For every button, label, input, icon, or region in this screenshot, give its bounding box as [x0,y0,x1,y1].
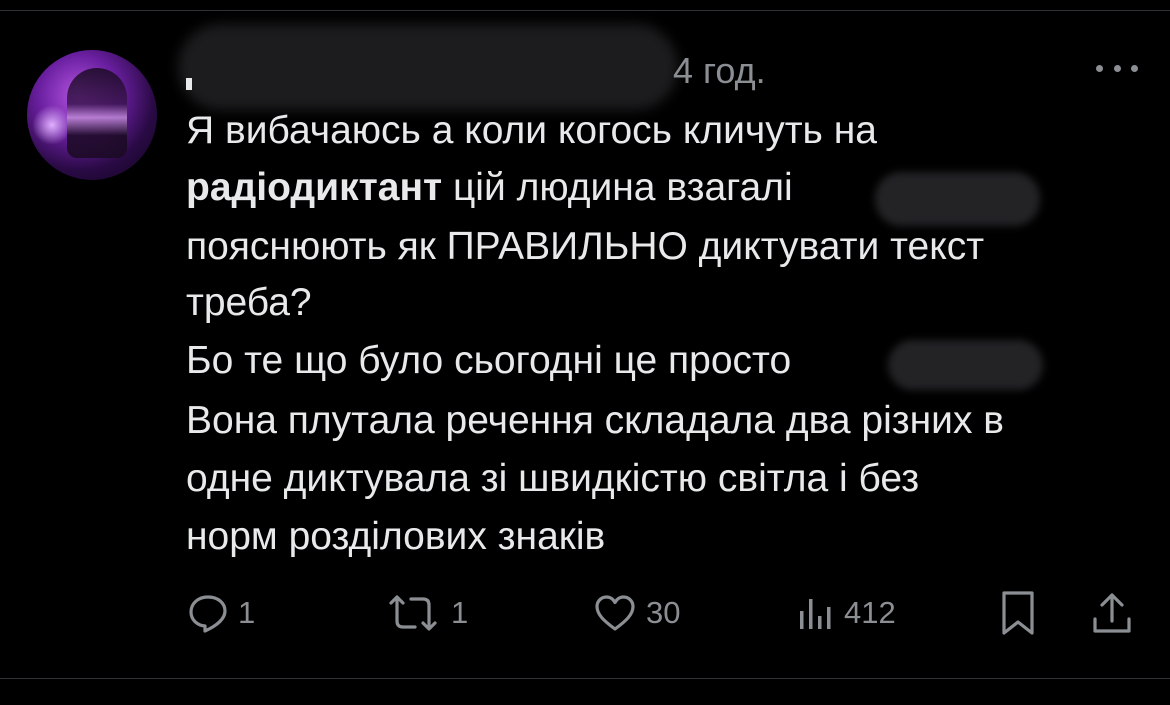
post-text-segment: цій людина взагалі [442,166,793,209]
redacted-text [875,172,1040,226]
username-fragment [186,78,192,90]
reply-button[interactable]: 1 [186,588,255,638]
redacted-text [888,340,1043,390]
bookmark-button[interactable] [998,588,1038,638]
share-button[interactable] [1090,588,1134,638]
top-divider [0,10,1170,11]
post-text-line: пояснюють як ПРАВИЛЬНО диктувати текст [186,225,985,268]
like-button[interactable]: 30 [592,588,680,638]
post-text-line: одне диктувала зі швидкістю світла і без [186,457,920,500]
more-horizontal-icon[interactable] [1096,60,1138,76]
like-count: 30 [646,595,681,630]
heart-icon [592,591,638,635]
reply-icon [186,591,230,635]
retweet-icon [383,591,443,635]
reply-count: 1 [238,595,256,630]
post-text-line: Я вибачаюсь а коли когось кличуть на [186,109,877,152]
bottom-divider [0,678,1170,679]
post-text-bold: радіодиктант [186,166,443,209]
redacted-username [178,24,678,110]
views-count: 412 [844,595,896,630]
action-bar: 1 1 30 412 [0,588,1170,638]
share-icon [1090,589,1134,637]
post-text-line: Бо те що було сьогодні це просто [186,339,792,382]
views-icon [796,591,836,635]
avatar[interactable] [27,50,157,180]
post-timestamp[interactable]: 4 год. [673,50,766,92]
bookmark-icon [998,589,1038,637]
retweet-count: 1 [451,595,469,630]
avatar-glow [32,105,72,145]
retweet-button[interactable]: 1 [383,588,468,638]
post-text-line: норм розділових знаків [186,515,606,558]
post-text-line: Вона плутала речення складала два різних… [186,399,1005,442]
post-text-line: радіодиктант цій людина взагалі [186,165,793,211]
views-button[interactable]: 412 [796,588,896,638]
avatar-figure [67,68,127,158]
post-text-line: треба? [186,281,312,324]
